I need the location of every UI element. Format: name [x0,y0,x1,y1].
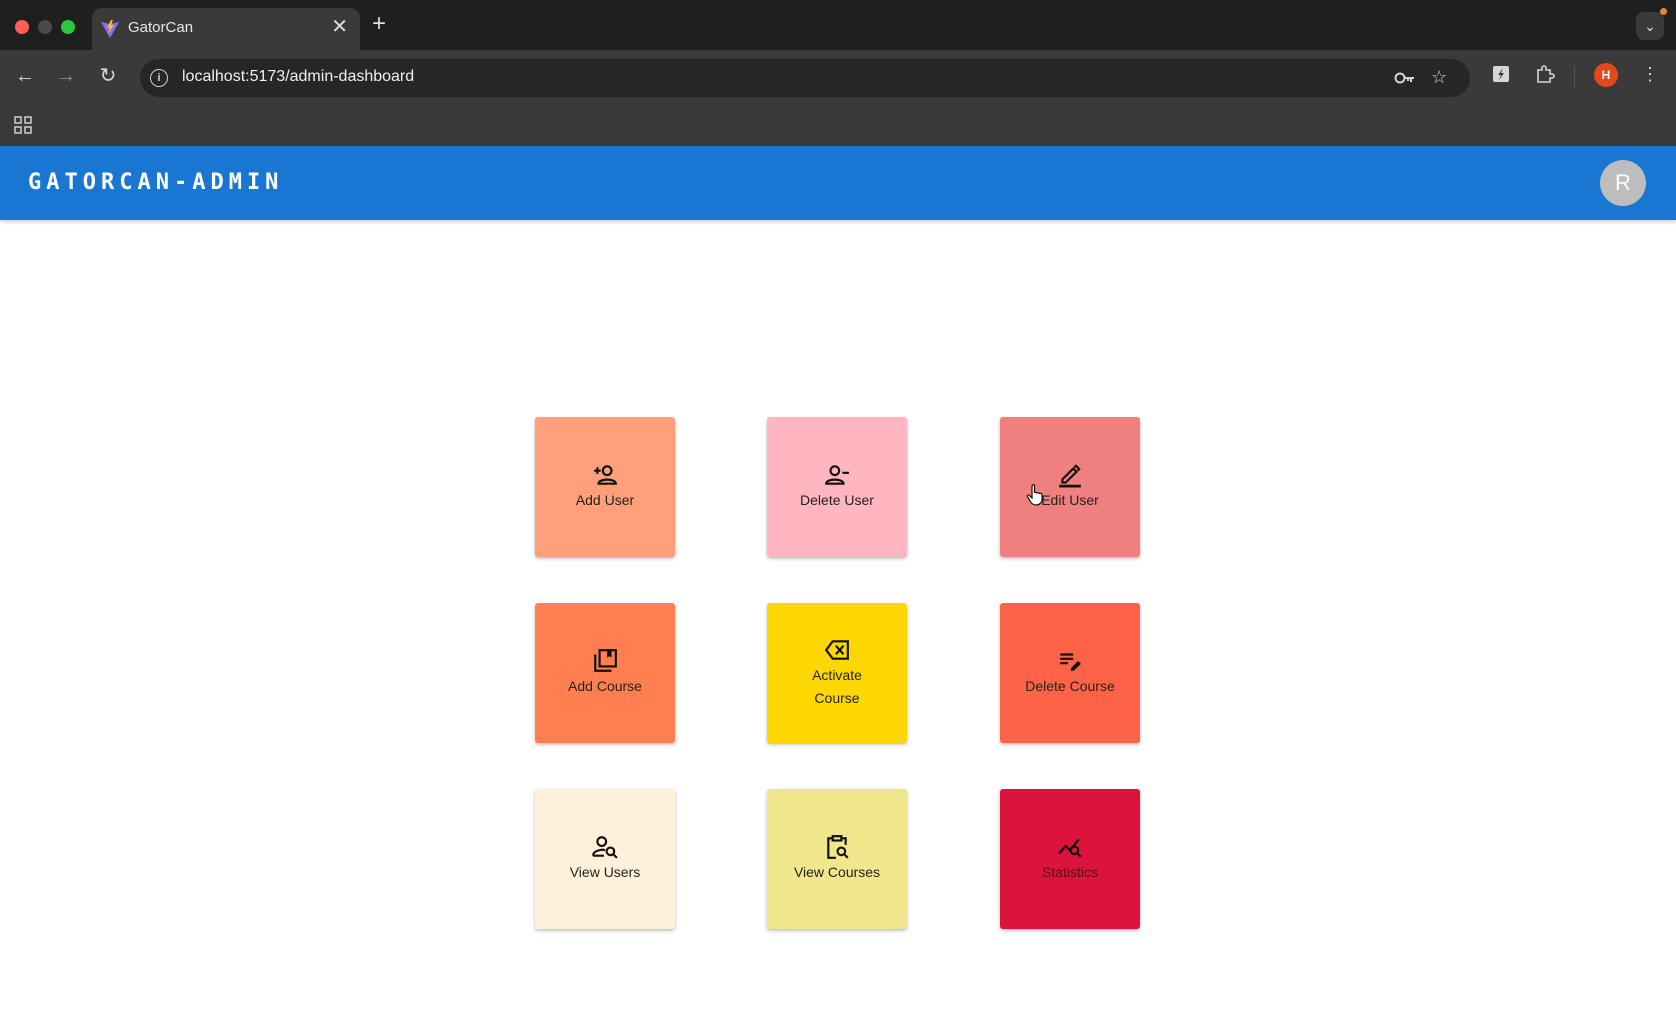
address-url[interactable]: localhost:5173/admin-dashboard [182,68,414,86]
reload-icon[interactable]: ↻ [96,64,120,88]
edit-icon [1059,464,1081,488]
person-add-icon [594,465,617,485]
new-tab-button[interactable]: + [372,12,386,36]
close-tab-icon[interactable]: ✕ [331,17,348,37]
person-search-icon [592,836,618,859]
tile-label: Add Course [568,678,642,694]
activate-course-tile[interactable]: Activate Course [767,603,907,743]
statistics-tile[interactable]: Statistics [1000,789,1140,929]
brand-title: GATORCAN-ADMIN [28,170,284,195]
tile-label: Add User [575,492,635,508]
maximize-window-button[interactable] [61,20,75,34]
tile-label: View Courses [793,864,881,880]
delete-course-tile[interactable]: Delete Course [1000,603,1140,743]
site-info-icon[interactable]: i [150,69,168,87]
password-key-icon[interactable] [1394,69,1416,87]
tile-label: Activate Course [812,666,862,706]
vite-favicon-icon [101,20,119,38]
browser-window: GatorCan ✕ + ⌄ ← → ↻ i localhost:5173/ad… [0,0,1676,1035]
add-user-tile[interactable]: Add User [535,417,675,557]
tab-search-button[interactable]: ⌄ [1636,12,1664,40]
forward-icon[interactable]: → [54,64,78,88]
backspace-icon [824,639,849,660]
app-header: GATORCAN-ADMIN R [0,146,1676,220]
browser-tab[interactable]: GatorCan ✕ [92,8,360,50]
user-avatar[interactable]: R [1600,160,1646,206]
tile-label: Edit User [1041,492,1099,508]
bookmarks-bar [0,106,1676,146]
delete-user-tile[interactable]: Delete User [767,417,907,557]
tile-label: Delete Course [1025,678,1115,694]
library-add-icon [594,649,617,672]
view-users-tile[interactable]: View Users [535,789,675,929]
query-stats-icon [1058,838,1082,858]
tile-label: Delete User [800,492,874,508]
puzzle-icon[interactable] [1535,64,1555,84]
back-icon[interactable]: ← [13,64,37,88]
hand-pointer-cursor [1026,484,1043,506]
tab-bar: GatorCan ✕ + ⌄ [0,0,1676,50]
close-window-button[interactable] [15,20,29,34]
person-remove-icon [825,465,849,485]
tile-label: View Users [569,864,641,880]
tile-label: Statistics [1041,864,1098,880]
add-course-tile[interactable]: Add Course [535,603,675,743]
tab-title: GatorCan [128,19,194,36]
edit-note-icon [1060,653,1081,671]
view-courses-tile[interactable]: View Courses [767,789,907,929]
toolbar-divider [1574,66,1575,88]
address-bar[interactable]: i localhost:5173/admin-dashboard ☆ [140,59,1470,97]
minimize-window-button[interactable] [38,20,52,34]
notification-dot [1660,8,1667,15]
content-paste-search-icon [827,835,849,859]
profile-avatar[interactable]: H [1594,63,1618,87]
browser-toolbar: ← → ↻ i localhost:5173/admin-dashboard ☆… [0,50,1676,106]
apps-grid-icon[interactable] [14,116,32,134]
bookmark-star-icon[interactable]: ☆ [1431,67,1447,88]
more-menu-icon[interactable]: ⋮ [1641,64,1659,85]
edit-user-tile[interactable]: Edit User [1000,417,1140,557]
admin-dashboard-page: GATORCAN-ADMIN R Add User Delete User Ed… [0,146,1676,1035]
extension-icon[interactable] [1492,65,1510,83]
